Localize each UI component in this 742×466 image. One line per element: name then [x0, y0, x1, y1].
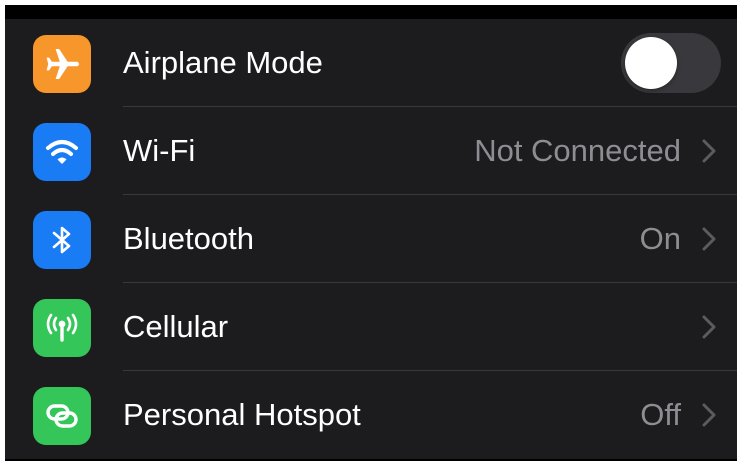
- chevron-right-icon: [702, 227, 716, 251]
- settings-group-connectivity: Airplane Mode Wi-Fi Not Connected Blueto…: [5, 19, 737, 459]
- personal-hotspot-status-value: Off: [640, 397, 681, 432]
- wifi-icon: [46, 140, 78, 164]
- chevron-right-icon: [702, 403, 716, 427]
- settings-row-wifi[interactable]: Wi-Fi Not Connected: [5, 107, 737, 195]
- airplane-mode-label: Airplane Mode: [123, 45, 323, 80]
- settings-row-cellular[interactable]: Cellular: [5, 283, 737, 371]
- airplane-icon: [46, 49, 79, 79]
- hotspot-link-icon: [46, 404, 78, 428]
- settings-row-airplane-mode[interactable]: Airplane Mode: [5, 19, 737, 107]
- bluetooth-icon-tile: [33, 211, 91, 269]
- bluetooth-status-value: On: [639, 221, 681, 256]
- settings-row-bluetooth[interactable]: Bluetooth On: [5, 195, 737, 283]
- cellular-icon-tile: [33, 299, 91, 357]
- wifi-icon-tile: [33, 123, 91, 181]
- cellular-antenna-icon: [46, 313, 78, 342]
- chevron-right-icon: [702, 315, 716, 339]
- airplane-icon-tile: [33, 35, 91, 93]
- cellular-label: Cellular: [123, 309, 229, 344]
- settings-screen: Airplane Mode Wi-Fi Not Connected Blueto…: [5, 5, 737, 461]
- hotspot-icon-tile: [33, 387, 91, 445]
- personal-hotspot-label: Personal Hotspot: [123, 397, 361, 432]
- toggle-knob: [625, 37, 677, 89]
- airplane-mode-toggle[interactable]: [621, 33, 721, 93]
- wifi-label: Wi-Fi: [123, 133, 196, 168]
- bluetooth-label: Bluetooth: [123, 221, 254, 256]
- settings-row-personal-hotspot[interactable]: Personal Hotspot Off: [5, 371, 737, 459]
- chevron-right-icon: [702, 139, 716, 163]
- bluetooth-icon: [52, 226, 71, 254]
- wifi-status-value: Not Connected: [474, 133, 681, 168]
- screenshot-frame: Airplane Mode Wi-Fi Not Connected Blueto…: [0, 0, 742, 466]
